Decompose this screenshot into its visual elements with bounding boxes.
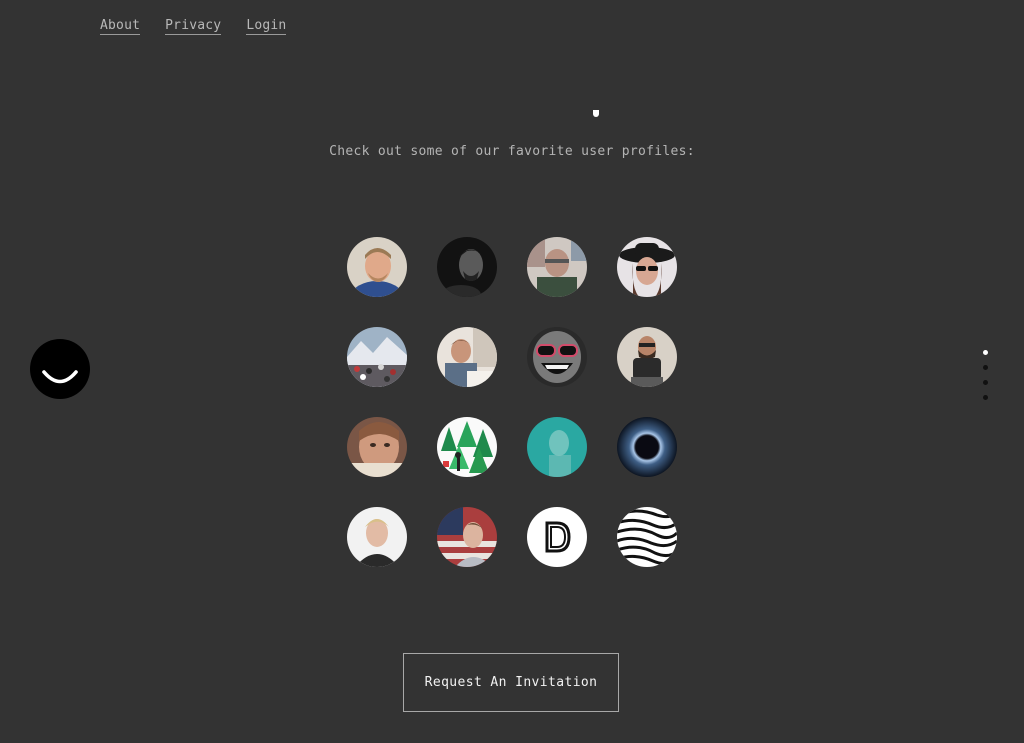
man-drawing-photo-icon xyxy=(437,327,497,387)
page-heading-remnant xyxy=(593,110,599,117)
woman-closeup-photo-icon xyxy=(347,417,407,477)
profile-avatar-9[interactable] xyxy=(347,417,407,477)
profile-avatar-3[interactable] xyxy=(527,237,587,297)
request-invitation-button[interactable]: Request An Invitation xyxy=(403,653,619,712)
profile-grid xyxy=(347,237,677,567)
man-flag-background-photo-icon xyxy=(437,507,497,567)
nav-privacy-link[interactable]: Privacy xyxy=(165,18,222,35)
pager-dot-3[interactable] xyxy=(983,380,988,385)
zebra-pattern-illustration-icon xyxy=(617,507,677,567)
smiling-man-blue-shirt-photo-icon xyxy=(347,237,407,297)
pine-trees-illustration-icon xyxy=(437,417,497,477)
profile-avatar-6[interactable] xyxy=(437,327,497,387)
eclipse-photo-icon xyxy=(617,417,677,477)
section-subtitle: Check out some of our favorite user prof… xyxy=(329,144,695,159)
profile-avatar-11[interactable] xyxy=(527,417,587,477)
smile-logo-icon[interactable] xyxy=(30,339,90,399)
profile-avatar-2[interactable] xyxy=(437,237,497,297)
laughing-face-glasses-illustration-icon xyxy=(527,327,587,387)
teal-portrait-photo-icon xyxy=(527,417,587,477)
letter-d-logo-icon xyxy=(527,507,587,567)
profile-avatar-8[interactable] xyxy=(617,327,677,387)
profile-avatar-10[interactable] xyxy=(437,417,497,477)
pager-dot-4[interactable] xyxy=(983,395,988,400)
profile-avatar-15[interactable] xyxy=(527,507,587,567)
nav-about-link[interactable]: About xyxy=(100,18,141,35)
top-nav: About Privacy Login xyxy=(100,18,287,35)
pager-dot-2[interactable] xyxy=(983,365,988,370)
profile-avatar-14[interactable] xyxy=(437,507,497,567)
section-pager xyxy=(983,350,991,410)
profile-avatar-1[interactable] xyxy=(347,237,407,297)
woman-hat-sunglasses-photo-icon xyxy=(617,237,677,297)
profile-avatar-13[interactable] xyxy=(347,507,407,567)
profile-avatar-12[interactable] xyxy=(617,417,677,477)
profile-avatar-4[interactable] xyxy=(617,237,677,297)
profile-avatar-5[interactable] xyxy=(347,327,407,387)
profile-avatar-7[interactable] xyxy=(527,327,587,387)
mountain-crowd-photo-icon xyxy=(347,327,407,387)
pager-dot-1[interactable] xyxy=(983,350,988,355)
profile-avatar-16[interactable] xyxy=(617,507,677,567)
blond-man-photo-icon xyxy=(347,507,407,567)
man-black-and-white-photo-icon xyxy=(437,237,497,297)
man-seated-photo-icon xyxy=(617,327,677,387)
nav-login-link[interactable]: Login xyxy=(246,18,287,35)
man-in-room-photo-icon xyxy=(527,237,587,297)
